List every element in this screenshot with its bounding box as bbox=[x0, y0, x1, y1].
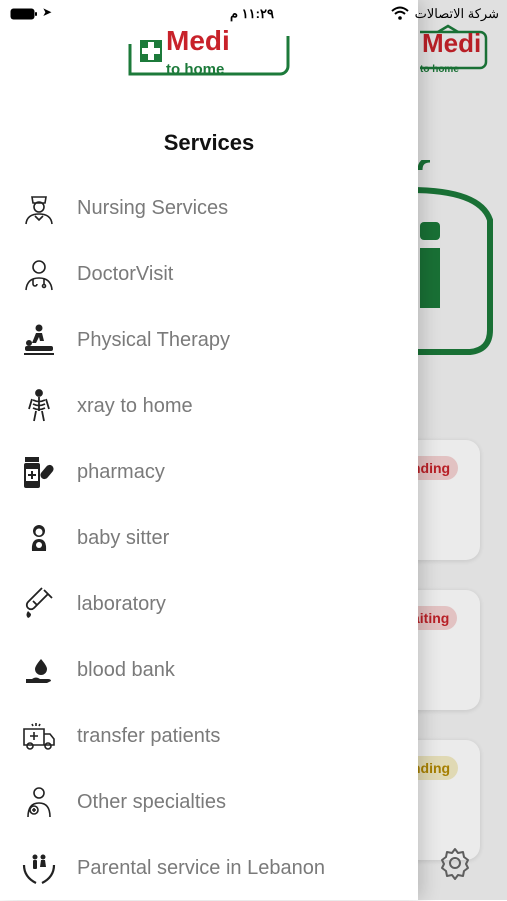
menu-item-label: baby sitter bbox=[77, 526, 170, 549]
baby-icon bbox=[22, 521, 56, 555]
menu-item-label: blood bank bbox=[77, 658, 175, 681]
services-menu: Nursing Services DoctorVisit Physical Th… bbox=[0, 175, 418, 901]
menu-item-physical-therapy[interactable]: Physical Therapy bbox=[0, 307, 418, 373]
menu-item-label: transfer patients bbox=[77, 724, 221, 747]
menu-item-label: DoctorVisit bbox=[77, 262, 174, 285]
status-bar: ➤ ١١:٢٩ م شركة الاتصالات bbox=[0, 0, 507, 28]
menu-item-xray-to-home[interactable]: xray to home bbox=[0, 373, 418, 439]
battery-icon bbox=[10, 8, 37, 20]
menu-item-parental-service[interactable]: Parental service in Lebanon bbox=[0, 835, 418, 901]
menu-item-nursing-services[interactable]: Nursing Services bbox=[0, 175, 418, 241]
menu-item-label: Physical Therapy bbox=[77, 328, 231, 351]
menu-item-other-specialties[interactable]: Other specialties bbox=[0, 769, 418, 835]
pill-bottle-icon bbox=[22, 455, 56, 489]
medi-logo: Medi to home bbox=[128, 26, 290, 78]
xray-icon bbox=[22, 389, 56, 423]
menu-item-laboratory[interactable]: laboratory bbox=[0, 571, 418, 637]
menu-item-doctor-visit[interactable]: DoctorVisit bbox=[0, 241, 418, 307]
nurse-icon bbox=[22, 191, 56, 225]
massage-icon bbox=[22, 323, 56, 357]
menu-item-blood-bank[interactable]: blood bank bbox=[0, 637, 418, 703]
family-care-icon bbox=[22, 851, 56, 885]
ambulance-icon bbox=[22, 719, 56, 753]
medi-logo-text: Medi bbox=[166, 26, 230, 56]
menu-item-transfer-patients[interactable]: transfer patients bbox=[0, 703, 418, 769]
test-tube-icon bbox=[22, 587, 56, 621]
medi-logo-subtext: to home bbox=[166, 61, 224, 78]
status-time: ١١:٢٩ م bbox=[230, 6, 274, 21]
status-carrier: شركة الاتصالات bbox=[414, 6, 499, 21]
specialist-icon bbox=[22, 785, 56, 819]
side-drawer: Medi to home Services Nursing Services D… bbox=[0, 0, 418, 900]
wifi-icon bbox=[391, 6, 409, 20]
blood-drop-hand-icon bbox=[22, 653, 56, 687]
menu-item-label: laboratory bbox=[77, 592, 166, 615]
menu-item-label: Nursing Services bbox=[77, 196, 229, 219]
menu-item-label: Other specialties bbox=[77, 790, 226, 813]
menu-item-pharmacy[interactable]: pharmacy bbox=[0, 439, 418, 505]
doctor-icon bbox=[22, 257, 56, 291]
menu-item-baby-sitter[interactable]: baby sitter bbox=[0, 505, 418, 571]
drawer-title: Services bbox=[163, 130, 255, 155]
menu-item-label: Parental service in Lebanon bbox=[77, 856, 325, 879]
menu-item-label: pharmacy bbox=[77, 460, 165, 483]
menu-item-label: xray to home bbox=[77, 394, 193, 417]
location-arrow-icon: ➤ bbox=[42, 5, 53, 19]
